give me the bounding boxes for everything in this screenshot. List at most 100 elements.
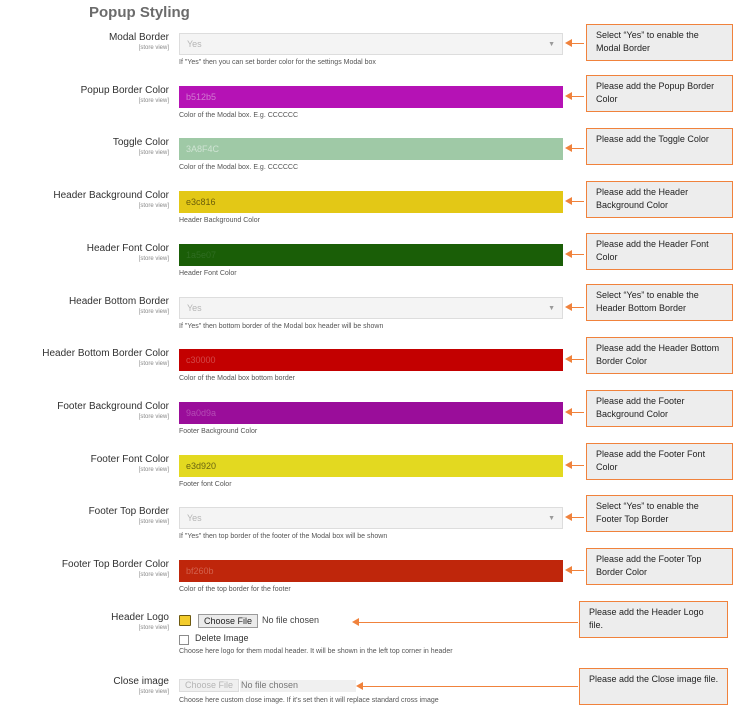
field-label: Footer Background Color: [57, 401, 169, 412]
arrow-left-icon: [571, 517, 584, 518]
color-value: 3A8F4C: [186, 144, 220, 154]
field-label-wrap: Header Background Color [store view]: [53, 190, 169, 210]
color-value: c30000: [186, 355, 216, 365]
arrow-left-icon: [356, 682, 363, 690]
help-callout: Please add the Toggle Color: [586, 128, 733, 165]
field-note: Color of the Modal box. E.g. CCCCCC: [179, 112, 299, 119]
arrow-left-icon: [565, 513, 572, 521]
arrow-left-icon: [571, 201, 584, 202]
arrow-left-icon: [571, 359, 584, 360]
close-image-note: Choose here custom close image. If it's …: [179, 697, 439, 704]
field-label-wrap: Header Font Color [store view]: [87, 243, 169, 263]
field-note: If "Yes" then you can set border color f…: [179, 59, 376, 66]
arrow-left-icon: [565, 408, 572, 416]
header-logo-no-file-text: No file chosen: [262, 615, 320, 625]
field-label-wrap: Footer Background Color [store view]: [57, 401, 169, 421]
arrow-left-icon: [565, 197, 572, 205]
arrow-left-icon: [571, 307, 584, 308]
delete-image-checkbox[interactable]: [179, 635, 189, 645]
help-callout: Please add the Header Bottom Border Colo…: [586, 337, 733, 374]
color-value: b512b5: [186, 92, 217, 102]
field-note: Color of the Modal box. E.g. CCCCCC: [179, 164, 299, 171]
header-logo-choose-file-button[interactable]: Choose File: [198, 614, 258, 628]
field-label: Footer Top Border: [88, 506, 169, 517]
arrow-left-icon: [571, 465, 584, 466]
field-label-wrap: Popup Border Color [store view]: [81, 85, 169, 105]
field-label: Footer Font Color: [90, 454, 169, 465]
help-callout: Please add the Popup Border Color: [586, 75, 733, 112]
color-value: 9a0d9a: [186, 408, 217, 418]
header-logo-note: Choose here logo for them modal header. …: [179, 648, 453, 655]
arrow-left-icon: [571, 148, 584, 149]
field-label: Modal Border: [108, 32, 169, 43]
scope-label: [store view]: [138, 689, 169, 695]
field-label: Header Background Color: [53, 190, 169, 201]
arrow-left-icon: [565, 355, 572, 363]
field-note: Color of the Modal box bottom border: [179, 375, 295, 382]
color-value: 1a5e07: [186, 250, 217, 260]
arrow-left-icon: [565, 461, 572, 469]
scope-label: [store view]: [138, 414, 169, 420]
header-logo-label-wrap: Header Logo [store view]: [111, 612, 169, 632]
scope-label: [store view]: [138, 625, 169, 631]
help-callout: Please add the Header Font Color: [586, 233, 733, 270]
scope-label: [store view]: [138, 309, 169, 315]
scope-label: [store view]: [138, 203, 169, 209]
help-callout: Select “Yes” to enable the Footer Top Bo…: [586, 495, 733, 532]
scope-label: [store view]: [138, 572, 169, 578]
field-label: Header Bottom Border Color: [42, 348, 169, 359]
field-note: Footer font Color: [179, 481, 232, 488]
color-input[interactable]: c30000: [179, 349, 563, 371]
color-value: bf260b: [186, 566, 214, 576]
arrow-left-icon: [571, 43, 584, 44]
close-image-label-wrap: Close image [store view]: [113, 676, 169, 696]
scope-label: [store view]: [138, 98, 169, 104]
color-input[interactable]: e3c816: [179, 191, 563, 213]
header-logo-callout: Please add the Header Logo file.: [579, 601, 728, 638]
field-note: Color of the top border for the footer: [179, 586, 291, 593]
select-value: Yes: [187, 39, 202, 49]
field-label: Header Bottom Border: [68, 296, 169, 307]
arrow-left-icon: [565, 303, 572, 311]
field-label-wrap: Footer Top Border [store view]: [89, 506, 169, 526]
color-value: e3d920: [186, 461, 217, 471]
field-label-wrap: Header Bottom Border [store view]: [69, 296, 169, 316]
folder-icon: [179, 615, 191, 626]
scope-label: [store view]: [138, 150, 169, 156]
color-input[interactable]: 9a0d9a: [179, 402, 563, 424]
field-label: Header Logo: [111, 612, 169, 623]
arrow-left-icon: [358, 622, 578, 623]
yes-no-select[interactable]: Yes ▼: [179, 507, 563, 529]
yes-no-select[interactable]: Yes ▼: [179, 297, 563, 319]
close-image-no-file-text: No file chosen: [240, 680, 356, 692]
chevron-down-icon: ▼: [548, 515, 555, 522]
arrow-left-icon: [565, 144, 572, 152]
help-callout: Please add the Footer Background Color: [586, 390, 733, 427]
help-callout: Select “Yes” to enable the Modal Border: [586, 24, 733, 61]
arrow-left-icon: [565, 39, 572, 47]
color-input[interactable]: bf260b: [179, 560, 563, 582]
field-label: Footer Top Border Color: [61, 559, 169, 570]
delete-image-label: Delete Image: [195, 633, 249, 643]
field-note: Footer Background Color: [179, 428, 258, 435]
field-label-wrap: Toggle Color [store view]: [113, 137, 169, 157]
chevron-down-icon: ▼: [548, 305, 555, 312]
yes-no-select[interactable]: Yes ▼: [179, 33, 563, 55]
field-note: If "Yes" then bottom border of the Modal…: [179, 323, 384, 330]
field-note: Header Background Color: [179, 217, 260, 224]
field-note: Header Font Color: [179, 270, 237, 277]
arrow-left-icon: [565, 566, 572, 574]
color-input[interactable]: e3d920: [179, 455, 563, 477]
chevron-down-icon: ▼: [548, 41, 555, 48]
color-input[interactable]: 3A8F4C: [179, 138, 563, 160]
field-label: Popup Border Color: [80, 85, 169, 96]
field-label-wrap: Modal Border [store view]: [109, 32, 169, 52]
color-input[interactable]: b512b5: [179, 86, 563, 108]
field-label-wrap: Header Bottom Border Color [store view]: [42, 348, 169, 368]
close-image-choose-file-button[interactable]: Choose File: [179, 679, 239, 692]
select-value: Yes: [187, 513, 202, 523]
arrow-left-icon: [571, 96, 584, 97]
color-input[interactable]: 1a5e07: [179, 244, 563, 266]
scope-label: [store view]: [138, 361, 169, 367]
arrow-left-icon: [362, 686, 578, 687]
